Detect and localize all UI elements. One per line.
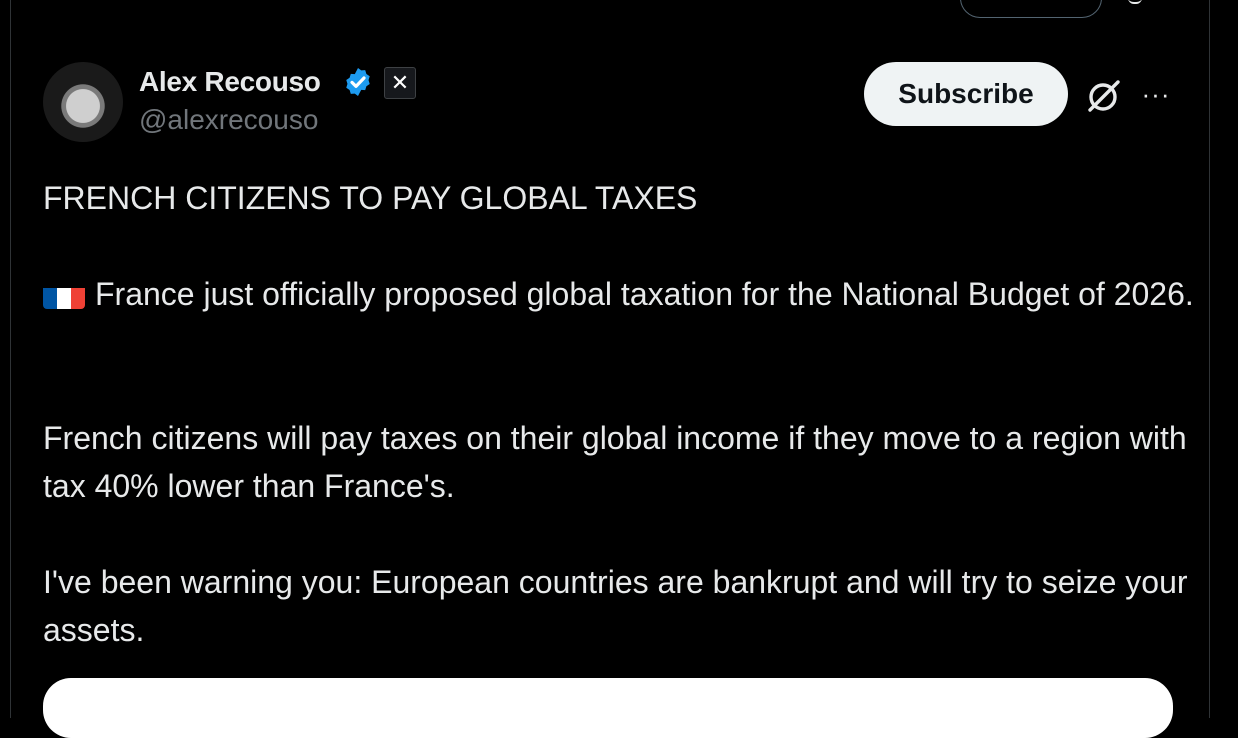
post-paragraph-1: France just officially proposed global t… xyxy=(43,270,1203,318)
post-paragraph-1-text: France just officially proposed global t… xyxy=(95,276,1194,312)
subscribe-button[interactable]: Subscribe xyxy=(864,62,1068,126)
author-name[interactable]: Alex Recouso xyxy=(139,66,321,98)
grok-icon[interactable] xyxy=(1084,76,1124,116)
affiliate-badge-icon[interactable]: ✕ xyxy=(384,67,416,99)
post-headline: FRENCH CITIZENS TO PAY GLOBAL TAXES xyxy=(43,180,698,216)
attached-media-card[interactable] xyxy=(43,678,1173,738)
previous-post-button[interactable] xyxy=(960,0,1102,18)
post-paragraph-2: French citizens will pay taxes on their … xyxy=(43,420,1187,504)
france-flag-icon xyxy=(43,281,85,309)
avatar[interactable] xyxy=(43,62,123,142)
verified-badge-icon[interactable] xyxy=(342,66,374,98)
post-paragraph-3: I've been warning you: European countrie… xyxy=(43,564,1188,648)
affiliate-badge-glyph: ✕ xyxy=(390,70,410,95)
author-handle[interactable]: @alexrecouso xyxy=(139,104,318,136)
more-icon[interactable]: ··· xyxy=(1140,81,1172,107)
